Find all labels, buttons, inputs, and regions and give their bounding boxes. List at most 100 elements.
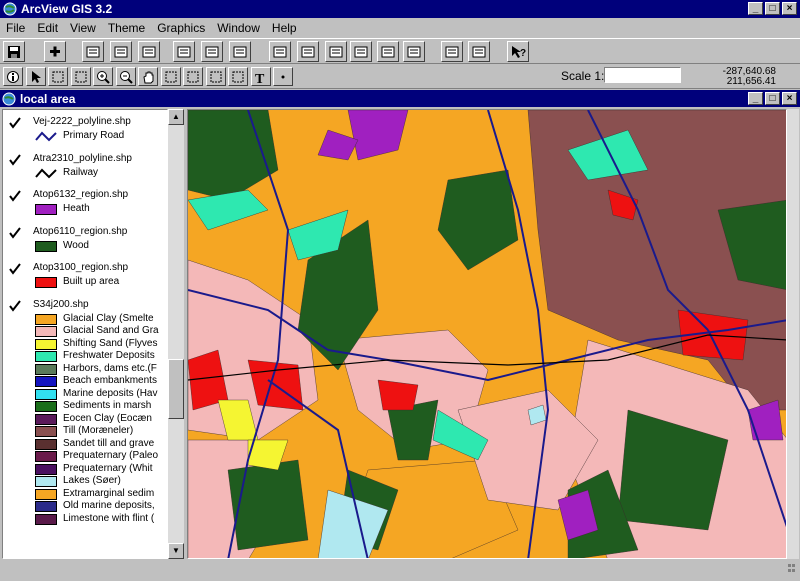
view-minimize-button[interactable]: _ bbox=[748, 92, 763, 105]
maximize-button[interactable]: □ bbox=[765, 2, 780, 15]
hotlink-tool[interactable] bbox=[183, 67, 203, 86]
zoom-out-button[interactable] bbox=[297, 41, 319, 62]
scroll-thumb[interactable] bbox=[168, 359, 184, 419]
scale-label: Scale 1: bbox=[561, 69, 605, 83]
legend-class-label: Built up area bbox=[63, 276, 120, 287]
zoom-in-button[interactable] bbox=[269, 41, 291, 62]
map-vertical-scrollbar[interactable] bbox=[787, 109, 799, 559]
legend-class-label: Lakes (Søer) bbox=[63, 475, 121, 486]
view-close-button[interactable]: × bbox=[782, 92, 797, 105]
map-canvas[interactable] bbox=[188, 110, 787, 559]
title-bar: ArcView GIS 3.2 _ □ × bbox=[0, 0, 800, 18]
clear-selection-button[interactable] bbox=[468, 41, 490, 62]
pointer-icon bbox=[31, 71, 41, 83]
scroll-up-arrow-icon[interactable]: ▲ bbox=[168, 109, 184, 125]
map-display[interactable] bbox=[187, 109, 787, 559]
visibility-checkbox-icon[interactable] bbox=[9, 263, 21, 275]
help-button[interactable]: ? bbox=[507, 41, 529, 62]
zoom-out-icon bbox=[301, 46, 315, 58]
zoom-to-selected-button[interactable] bbox=[229, 41, 251, 62]
identify-tool[interactable] bbox=[3, 67, 23, 86]
locate-address-button[interactable] bbox=[403, 41, 425, 62]
zoom-to-selected-icon bbox=[233, 46, 247, 58]
edit-legend-button[interactable] bbox=[110, 41, 132, 62]
theme-name: S34j200.shp bbox=[33, 298, 89, 310]
legend-class-label: Wood bbox=[63, 239, 89, 251]
minimize-button[interactable]: _ bbox=[748, 2, 763, 15]
legend-class-label: Old marine deposits, bbox=[63, 500, 155, 511]
add-theme-button[interactable] bbox=[44, 41, 66, 62]
built-up-region bbox=[377, 379, 419, 411]
text-tool[interactable]: T bbox=[250, 67, 271, 86]
menu-bar: File Edit View Theme Graphics Window Hel… bbox=[0, 19, 800, 37]
view-icon bbox=[2, 92, 16, 105]
resize-grip-icon[interactable] bbox=[778, 560, 796, 578]
theme-name: Atop3100_region.shp bbox=[33, 262, 129, 273]
fill-symbol-swatch bbox=[35, 363, 57, 375]
menu-help[interactable]: Help bbox=[266, 21, 303, 35]
fill-symbol-swatch bbox=[35, 463, 57, 475]
zoom-previous-button[interactable] bbox=[325, 41, 347, 62]
measure-icon bbox=[165, 71, 176, 83]
pan-tool[interactable] bbox=[138, 67, 158, 86]
menu-theme[interactable]: Theme bbox=[102, 21, 151, 35]
zoom-previous-icon bbox=[329, 46, 343, 58]
select-feature-tool[interactable] bbox=[70, 67, 91, 86]
fill-symbol-swatch bbox=[35, 426, 57, 437]
legend-class-label: Till (Moræneler) bbox=[63, 425, 134, 436]
select-by-theme-button[interactable] bbox=[350, 41, 372, 62]
line-symbol-icon bbox=[35, 131, 57, 142]
fill-symbol-swatch bbox=[35, 513, 57, 525]
view-maximize-button[interactable]: □ bbox=[765, 92, 780, 105]
map-horizontal-scrollbar[interactable] bbox=[187, 559, 787, 569]
theme-properties-button[interactable] bbox=[82, 41, 104, 62]
theme-name: Vej-2222_polyline.shp bbox=[33, 116, 131, 127]
visibility-checkbox-icon[interactable] bbox=[9, 117, 21, 129]
menu-graphics[interactable]: Graphics bbox=[151, 21, 211, 35]
area-select-tool[interactable] bbox=[205, 67, 226, 86]
vertex-edit-tool[interactable] bbox=[48, 67, 68, 86]
zoom-full-extent-button[interactable] bbox=[173, 41, 195, 62]
pointer-tool[interactable] bbox=[25, 67, 46, 86]
label-tool[interactable] bbox=[228, 67, 248, 86]
zoom-in-icon bbox=[273, 46, 287, 58]
zoom-out-tool-tool[interactable] bbox=[115, 67, 136, 86]
close-button[interactable]: × bbox=[782, 2, 797, 15]
hotlink-icon bbox=[187, 71, 199, 83]
fill-symbol-swatch bbox=[35, 476, 57, 487]
menu-file[interactable]: File bbox=[0, 21, 31, 35]
save-button[interactable] bbox=[3, 41, 25, 62]
query-builder-button[interactable] bbox=[441, 41, 463, 62]
visibility-checkbox-icon[interactable] bbox=[9, 226, 21, 239]
visibility-checkbox-icon[interactable] bbox=[9, 190, 21, 202]
area-select-icon bbox=[210, 71, 221, 83]
zoom-in-tool-tool[interactable] bbox=[93, 67, 113, 86]
visibility-checkbox-icon[interactable] bbox=[9, 153, 21, 166]
zoom-to-themes-button[interactable] bbox=[201, 41, 223, 62]
measure-tool[interactable] bbox=[160, 67, 181, 86]
text-icon: T bbox=[255, 72, 265, 84]
vertex-edit-icon bbox=[52, 71, 64, 83]
legend-class-label: Limestone with flint ( bbox=[63, 512, 155, 524]
scroll-down-arrow-icon[interactable]: ▼ bbox=[168, 543, 184, 559]
menu-window[interactable]: Window bbox=[211, 21, 266, 35]
legend-class-label: Heath bbox=[63, 203, 90, 214]
fill-symbol-swatch bbox=[35, 204, 57, 215]
zoom-full-extent-icon bbox=[177, 46, 191, 58]
fill-symbol-swatch bbox=[35, 277, 57, 288]
window-title: ArcView GIS 3.2 bbox=[21, 2, 113, 16]
save-icon bbox=[8, 46, 20, 58]
menu-view[interactable]: View bbox=[64, 21, 102, 35]
scale-input[interactable] bbox=[604, 67, 681, 83]
find-button[interactable] bbox=[377, 41, 399, 62]
open-table-button[interactable] bbox=[138, 41, 160, 62]
fill-symbol-swatch bbox=[35, 413, 57, 425]
visibility-checkbox-icon[interactable] bbox=[9, 299, 21, 312]
menu-edit[interactable]: Edit bbox=[31, 21, 64, 35]
legend-scrollbar[interactable]: ▲ ▼ bbox=[168, 109, 184, 559]
table-of-contents[interactable]: Vej-2222_polyline.shp Primary Road Atra231… bbox=[2, 109, 168, 559]
pan-icon bbox=[143, 71, 154, 84]
legend-class-label: Railway bbox=[63, 166, 99, 178]
open-table-icon bbox=[142, 46, 156, 58]
draw-point-tool[interactable] bbox=[273, 67, 293, 86]
